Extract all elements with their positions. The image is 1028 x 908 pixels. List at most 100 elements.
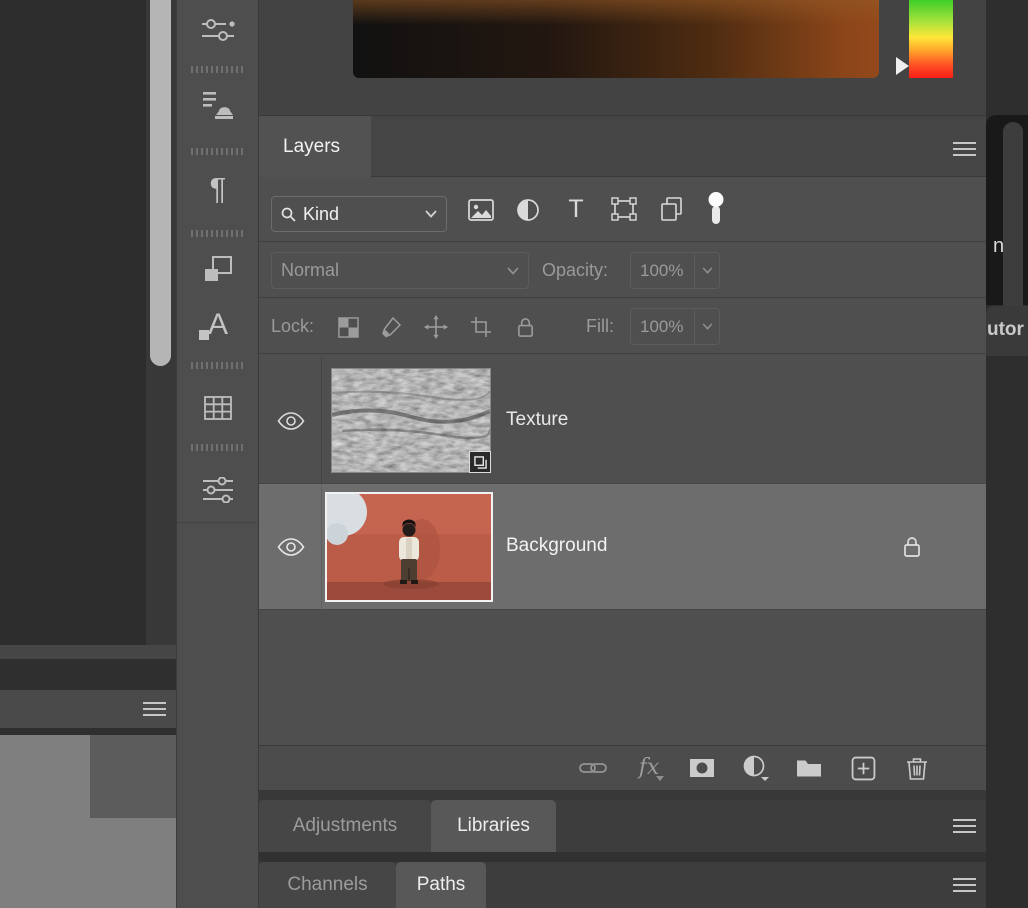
add-layer-mask-button[interactable] — [686, 756, 718, 780]
new-adjustment-layer-button[interactable] — [740, 754, 772, 782]
filter-adjustment-layers-button[interactable] — [512, 194, 544, 226]
blend-mode-dropdown[interactable]: Normal — [271, 252, 529, 289]
panel-menu-icon[interactable] — [143, 702, 166, 717]
filter-on-off-toggle[interactable] — [703, 190, 729, 228]
fill-value: 100% — [631, 317, 687, 337]
delete-layer-button[interactable] — [901, 753, 933, 783]
dock-section-divider — [177, 522, 259, 523]
filter-kind-value: Kind — [303, 204, 418, 225]
panel-tab-bar-channels-paths: Channels Paths — [259, 862, 987, 908]
eye-column-divider — [321, 484, 322, 610]
checkerboard-icon — [338, 317, 359, 338]
layer-style-button[interactable]: fx — [633, 752, 665, 784]
link-layers-button[interactable] — [577, 754, 609, 782]
filter-pixel-layers-button[interactable] — [465, 194, 497, 226]
panel-menu-icon[interactable] — [953, 878, 976, 893]
gradient-stop-marker[interactable] — [896, 57, 909, 75]
filter-shape-layers-button[interactable] — [608, 193, 640, 225]
left-panel-gap — [0, 659, 176, 690]
chevron-down-icon — [702, 267, 713, 274]
folder-icon — [796, 758, 822, 778]
layer-row-selected[interactable]: Background — [259, 484, 987, 610]
smart-object-icon — [661, 197, 683, 221]
eye-column-divider — [321, 358, 322, 484]
properties-panel-button[interactable] — [198, 10, 238, 50]
fill-dropdown[interactable]: 100% — [630, 308, 720, 345]
lock-position-button[interactable] — [422, 313, 450, 341]
left-panel-swatch-b — [90, 735, 176, 818]
brush-icon — [380, 316, 402, 338]
new-layer-button[interactable] — [847, 753, 879, 783]
chevron-down-icon — [702, 323, 713, 330]
left-panel-top-edge — [0, 645, 176, 659]
lock-all-button[interactable] — [511, 313, 539, 341]
blend-mode-row: Normal Opacity: 100% — [259, 243, 987, 298]
opacity-label: Opacity: — [542, 260, 608, 281]
gradient-preview[interactable] — [353, 0, 879, 78]
move-icon — [424, 315, 448, 339]
layers-panel-header: Layers — [259, 115, 987, 177]
fill-label: Fill: — [586, 316, 614, 337]
artboard-icon — [470, 316, 492, 338]
clone-source-panel-button[interactable] — [198, 85, 238, 125]
layer-thumbnail[interactable] — [325, 492, 493, 602]
sliders-icon — [201, 17, 235, 43]
lock-icon — [516, 316, 535, 339]
paragraph-panel-button[interactable]: ¶ — [198, 168, 238, 208]
layer-name[interactable]: Texture — [506, 409, 568, 431]
tab-layers[interactable]: Layers — [259, 116, 371, 177]
grid-panel-button[interactable] — [198, 388, 238, 428]
opacity-dropdown[interactable]: 100% — [630, 252, 720, 289]
filter-smart-objects-button[interactable] — [656, 193, 688, 225]
panel-grip-handle[interactable] — [191, 444, 245, 451]
layers-panel-menu-icon[interactable] — [953, 142, 976, 157]
left-panel-swatch-c — [0, 818, 176, 908]
new-group-button[interactable] — [793, 756, 825, 780]
adjustment-sliders-panel-button[interactable] — [198, 470, 238, 510]
cutoff-tab[interactable]: utor — [986, 306, 1028, 356]
lock-transparent-pixels-button[interactable] — [334, 314, 362, 340]
panel-grip-handle[interactable] — [191, 148, 245, 155]
tab-channels[interactable]: Channels — [259, 862, 396, 908]
lock-image-pixels-button[interactable] — [377, 314, 405, 340]
tab-paths[interactable]: Paths — [396, 862, 486, 908]
grid-icon — [204, 396, 232, 420]
canvas-scrollbar-track[interactable] — [146, 0, 176, 645]
glyphs-panel-button[interactable]: A — [198, 305, 238, 345]
top-panel-strip — [259, 0, 987, 115]
layer-comps-icon — [203, 256, 233, 284]
horizontal-sliders-icon — [202, 477, 234, 503]
layer-comps-panel-button[interactable] — [198, 250, 238, 290]
tab-adjustments[interactable]: Adjustments — [259, 800, 431, 852]
spectrum-bar[interactable] — [909, 0, 953, 78]
link-icon — [579, 760, 607, 776]
panel-grip-handle[interactable] — [191, 66, 245, 73]
image-icon — [468, 199, 494, 221]
layer-filter-row: Kind T — [259, 177, 987, 242]
shape-icon — [611, 197, 637, 221]
chevron-down-icon — [507, 267, 519, 275]
blend-mode-value: Normal — [281, 260, 500, 281]
panel-grip-handle[interactable] — [191, 230, 245, 237]
layer-name[interactable]: Background — [506, 535, 607, 557]
lock-artboard-button[interactable] — [467, 314, 495, 340]
canvas-scrollbar-thumb[interactable] — [150, 0, 171, 366]
search-icon — [281, 207, 296, 222]
canvas-area — [0, 0, 146, 645]
panel-menu-icon[interactable] — [953, 819, 976, 834]
background-thumbnail-image — [327, 494, 491, 600]
layer-row[interactable]: Texture — [259, 358, 987, 484]
filter-kind-dropdown[interactable]: Kind — [271, 196, 447, 232]
panel-grip-handle[interactable] — [191, 362, 245, 369]
visibility-toggle[interactable] — [273, 408, 309, 434]
visibility-toggle[interactable] — [273, 534, 309, 560]
glyphs-icon: A — [208, 310, 228, 340]
tab-libraries[interactable]: Libraries — [431, 800, 556, 852]
layer-locked-icon — [897, 533, 927, 561]
smart-object-badge-icon — [474, 456, 487, 469]
right-edge-strip: n utor — [986, 0, 1028, 908]
chevron-down-icon — [425, 210, 437, 218]
left-panel-header-gap — [0, 728, 176, 735]
filter-type-layers-button[interactable]: T — [560, 192, 592, 226]
layer-thumbnail[interactable] — [331, 368, 491, 473]
